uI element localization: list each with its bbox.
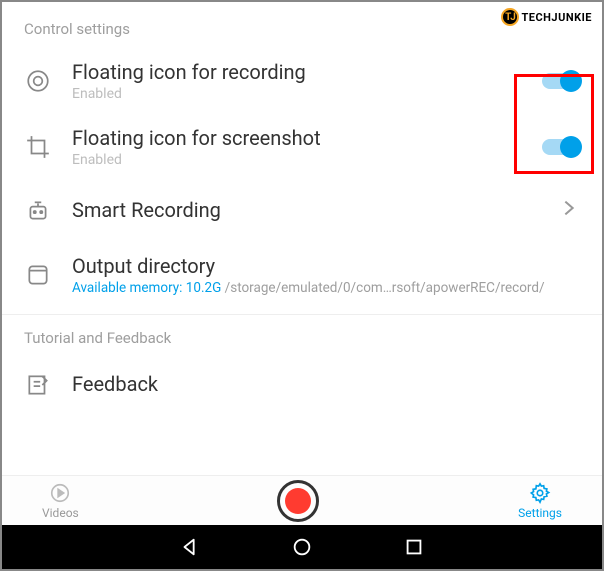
- row-floating-recording[interactable]: Floating icon for recording Enabled: [2, 48, 602, 114]
- row-smart-recording[interactable]: Smart Recording: [2, 180, 602, 242]
- settings-content: Control settings Floating icon for recor…: [2, 2, 602, 475]
- play-circle-icon: [49, 482, 71, 504]
- tab-settings[interactable]: Settings: [518, 482, 562, 520]
- storage-icon: [24, 261, 52, 289]
- tj-logo-icon: TJ: [501, 8, 519, 26]
- row-sub: Enabled: [72, 86, 542, 102]
- record-circle-icon: [24, 67, 52, 95]
- row-title: Floating icon for recording: [72, 60, 542, 84]
- row-title: Smart Recording: [72, 198, 558, 222]
- record-button[interactable]: [277, 480, 319, 522]
- feedback-icon: [24, 371, 52, 399]
- watermark-text: TECHJUNKIE: [521, 11, 592, 24]
- nav-home-icon[interactable]: [291, 536, 313, 558]
- robot-icon: [24, 197, 52, 225]
- crop-icon: [24, 133, 52, 161]
- output-path: /storage/emulated/0/com…rsoft/apowerREC/…: [221, 280, 544, 296]
- mem-label: Available memory:: [72, 280, 186, 296]
- bottom-tab-bar: Videos Settings: [2, 475, 602, 525]
- tab-videos[interactable]: Videos: [42, 482, 79, 520]
- row-title: Floating icon for screenshot: [72, 126, 542, 150]
- row-feedback[interactable]: Feedback: [2, 357, 602, 405]
- chevron-right-icon: [558, 196, 580, 226]
- section-tutorial-header: Tutorial and Feedback: [2, 321, 602, 357]
- record-dot-icon: [285, 488, 311, 514]
- toggle-floating-screenshot[interactable]: [542, 139, 580, 155]
- techjunkie-watermark: TJ TECHJUNKIE: [501, 8, 592, 26]
- nav-recent-icon[interactable]: [403, 536, 425, 558]
- mem-value: 10.2G: [186, 280, 222, 296]
- gear-icon: [529, 482, 551, 504]
- tab-label: Settings: [518, 506, 562, 520]
- row-floating-screenshot[interactable]: Floating icon for screenshot Enabled: [2, 114, 602, 180]
- row-title: Output directory: [72, 254, 580, 278]
- tab-label: Videos: [42, 506, 79, 520]
- row-sub: Enabled: [72, 152, 542, 168]
- divider: [2, 314, 602, 315]
- row-output-directory[interactable]: Output directory Available memory: 10.2G…: [2, 242, 602, 308]
- output-sub: Available memory: 10.2G /storage/emulate…: [72, 280, 580, 296]
- nav-back-icon[interactable]: [179, 536, 201, 558]
- toggle-floating-recording[interactable]: [542, 73, 580, 89]
- row-title: Feedback: [72, 372, 580, 396]
- android-nav-bar: [2, 525, 602, 569]
